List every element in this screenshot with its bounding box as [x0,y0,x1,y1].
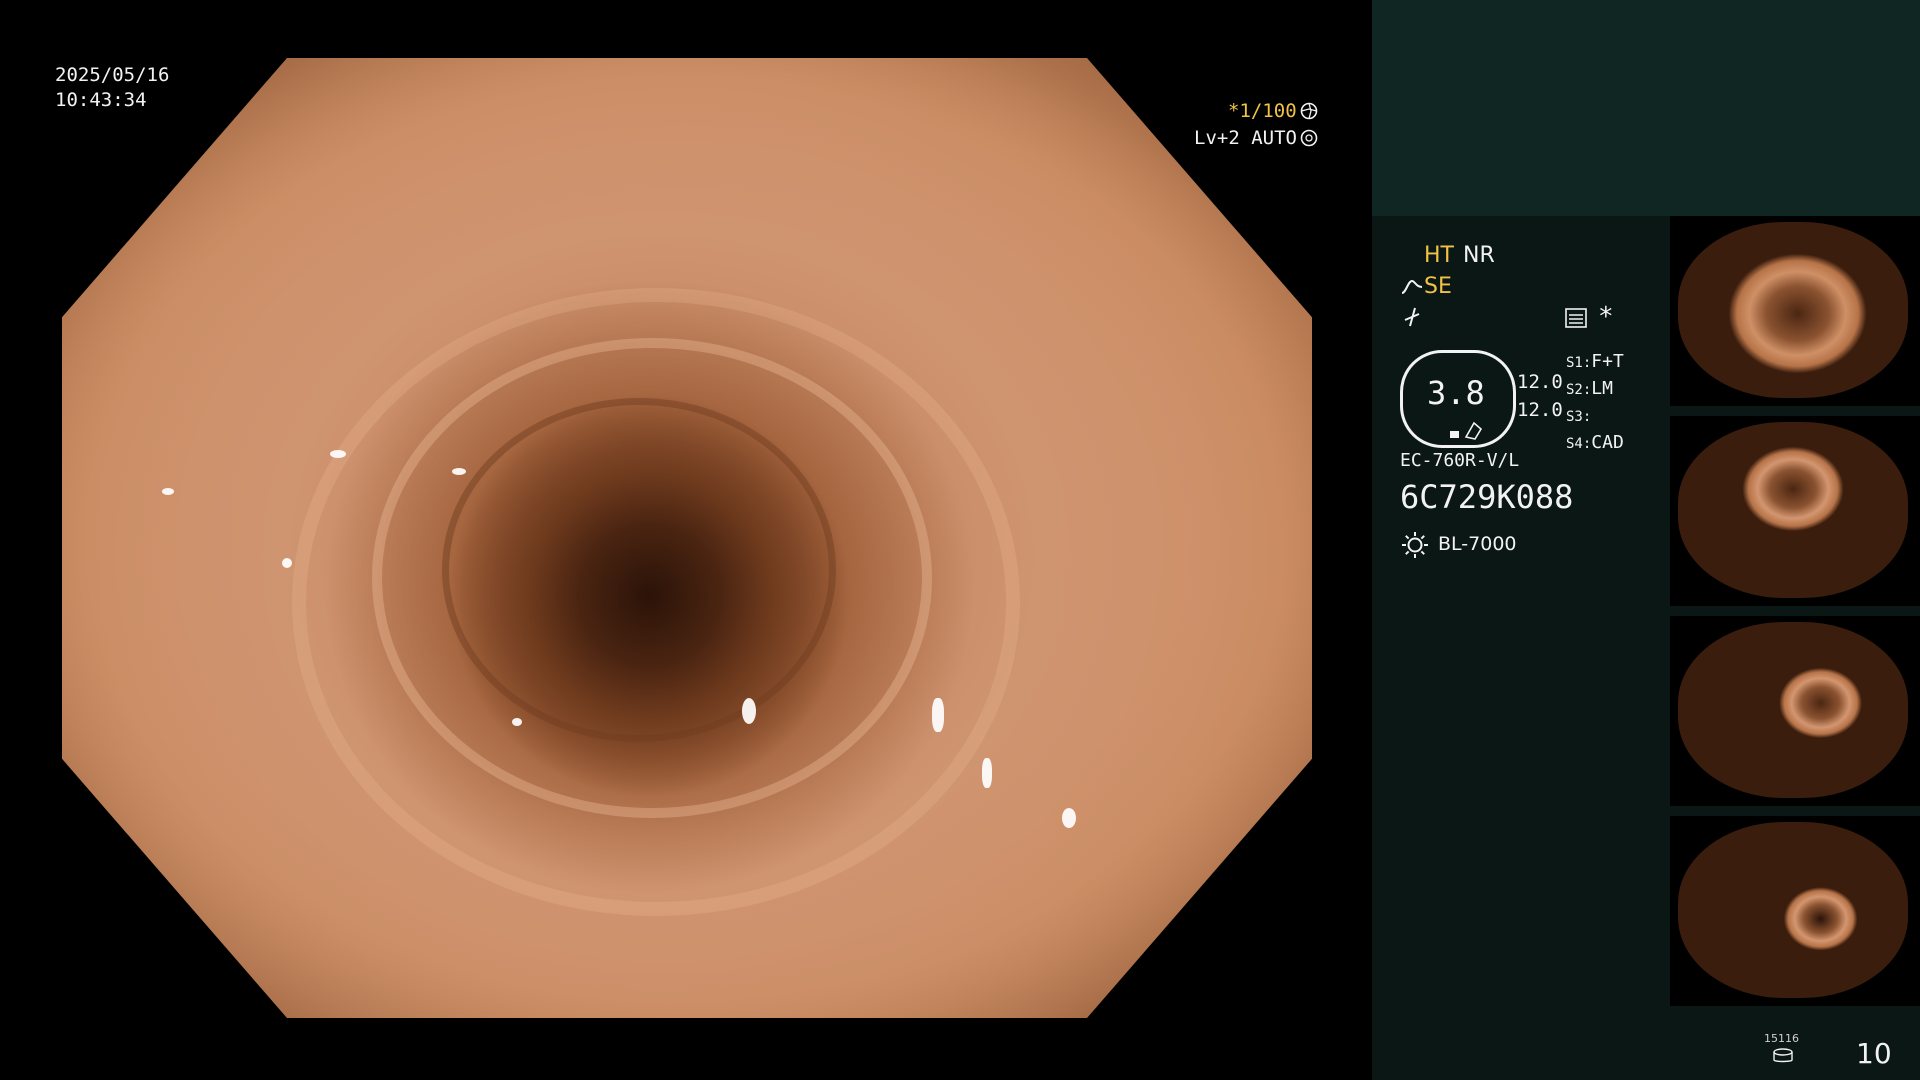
iris-level: Lv+2 AUTO [1194,127,1297,149]
zoom-indicator-icon [1450,421,1483,440]
side-panel-header [1372,0,1920,216]
scope-serial: 6C729K088 [1400,478,1574,516]
image-mode-icon [1565,308,1587,328]
light-source-name: BL-7000 [1438,533,1517,555]
endoscope-main-view: 2025/05/16 10:43:34 *1/100 Lv+2 AUTO [0,0,1372,1080]
thumbnail-image [1678,222,1908,398]
shutter-icon [1300,102,1318,120]
specular-highlight [162,488,174,495]
switch-item: S3: [1566,409,1592,425]
mucosal-fold [442,398,836,742]
capture-thumbnail[interactable] [1670,416,1920,606]
scope-model: EC-760R-V/L [1400,450,1520,471]
iris-icon [1300,129,1318,147]
switch-item: S1:F+T [1566,351,1624,372]
capture-thumbnail[interactable] [1670,816,1920,1006]
se-mode: SE [1424,274,1452,299]
ratio-b: 12.0 [1517,399,1563,421]
capture-date: 2025/05/16 [55,64,170,86]
ratio-a: 12.0 [1517,371,1563,393]
color-mode-icon [1404,307,1420,327]
shutter-speed: *1/100 [1228,100,1297,122]
frame-number: 10 [1856,1037,1892,1070]
zoom-value: 3.8 [1427,374,1485,412]
thumbnail-image [1678,422,1908,598]
specular-highlight [982,758,992,788]
capture-thumbnail[interactable] [1670,216,1920,406]
storage-icon [1773,1048,1793,1063]
enhance-curve-icon [1401,279,1423,294]
capture-thumbnail[interactable] [1670,616,1920,806]
capture-time: 10:43:34 [55,89,147,111]
switch-list: S1:F+T S2:LM S3: S4:CAD [1566,349,1666,457]
light-source-icon [1402,532,1428,558]
nr-mode: NR [1463,243,1495,268]
specular-highlight [512,718,522,726]
specular-highlight [330,450,346,458]
thumbnail-image [1678,822,1908,998]
capture-count: 15116 [1764,1032,1799,1045]
specular-highlight [742,698,756,724]
switch-item: S2:LM [1566,378,1613,399]
specular-highlight [932,698,944,732]
switch-item: S4:CAD [1566,432,1624,453]
specular-highlight [1062,808,1076,828]
image-mode-star: * [1598,302,1614,332]
endoscopic-image [62,58,1312,1018]
thumbnail-strip [1670,216,1920,1016]
specular-highlight [282,558,292,568]
thumbnail-image [1678,622,1908,798]
specular-highlight [452,468,466,475]
ht-mode: HT [1424,243,1454,268]
